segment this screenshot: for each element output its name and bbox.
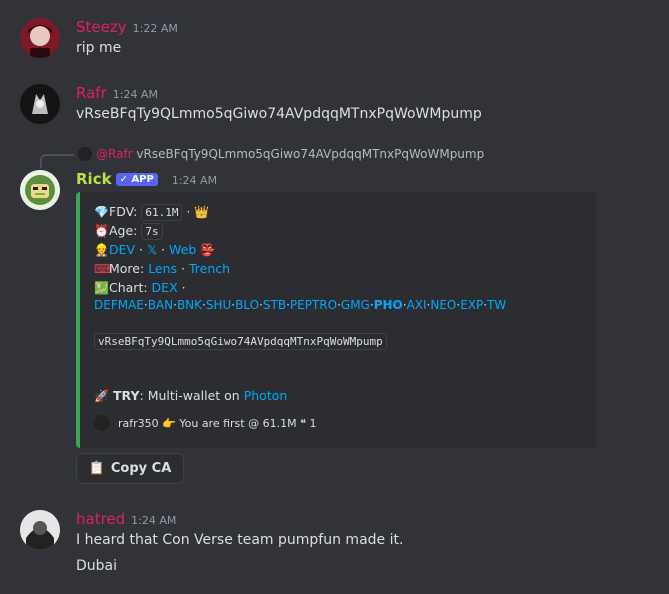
- age-value: 7s: [141, 223, 163, 240]
- chart-link[interactable]: STB: [263, 298, 286, 312]
- chart-icon: 💹: [94, 281, 109, 295]
- more-label: More:: [109, 261, 145, 276]
- timestamp: 1:24 AM: [171, 174, 218, 187]
- more-line: ⌨More: Lens · Trench: [94, 261, 231, 276]
- chart-links: DEFMAE·BAN·BNK·SHU·BLO·STB·PEPTRO·GMG·PH…: [94, 298, 506, 312]
- chart-link[interactable]: BAN: [148, 298, 173, 312]
- copy-ca-button[interactable]: 📋 Copy CA: [76, 453, 184, 484]
- reply-text: vRseBFqTy9QLmmo5qGiwo74AVpdqqMTnxPqWoWMp…: [136, 147, 485, 161]
- links-line: 👷DEV · 𝕏 · Web 👺: [94, 242, 216, 257]
- footer-text: You are first @ 61.1M: [179, 417, 297, 430]
- username[interactable]: hatred: [76, 510, 125, 528]
- timestamp: 1:24 AM: [131, 514, 177, 527]
- chart-link[interactable]: DEFMAE: [94, 298, 144, 312]
- avatar[interactable]: [20, 84, 60, 124]
- timestamp: 1:22 AM: [132, 22, 178, 35]
- person-icon: 👷: [94, 243, 109, 257]
- dex-link[interactable]: DEX: [152, 280, 178, 295]
- x-link[interactable]: 𝕏: [147, 242, 157, 257]
- chart-link[interactable]: SHU: [206, 298, 231, 312]
- contract-address[interactable]: vRseBFqTy9QLmmo5qGiwo74AVpdqqMTnxPqWoWMp…: [94, 333, 387, 350]
- chart-link[interactable]: PEPTRO: [290, 298, 337, 312]
- mask-icon: 👺: [200, 243, 216, 257]
- try-text: : Multi-wallet on: [139, 388, 240, 403]
- chart-link[interactable]: PHO: [374, 298, 403, 312]
- username[interactable]: Rick: [76, 170, 112, 188]
- avatar[interactable]: [20, 510, 60, 550]
- lens-link[interactable]: Lens: [148, 261, 177, 276]
- dev-link[interactable]: DEV: [109, 242, 135, 257]
- pointing-icon: 👉: [162, 417, 176, 430]
- crown-icon: 👑: [194, 205, 210, 219]
- token-embed: 💎FDV: 61.1M · 👑 ⏰Age: 7s 👷DEV · 𝕏 · Web …: [76, 192, 596, 448]
- username[interactable]: Steezy: [76, 18, 127, 36]
- rocket-icon: 🚀: [94, 389, 109, 403]
- username[interactable]: Rafr: [76, 84, 107, 102]
- chart-link[interactable]: NEO: [430, 298, 456, 312]
- age-line: ⏰Age: 7s: [94, 223, 163, 240]
- message-text: Dubai: [76, 558, 118, 574]
- reply-spine: [40, 154, 74, 168]
- clipboard-icon: 📋: [88, 461, 105, 476]
- message-text: I heard that Con Verse team pumpfun made…: [76, 532, 404, 548]
- avatar[interactable]: [20, 170, 60, 210]
- reply-mention[interactable]: @Rafr: [96, 147, 133, 161]
- diamond-icon: 💎: [94, 205, 109, 219]
- message-text: vRseBFqTy9QLmmo5qGiwo74AVpdqqMTnxPqWoWMp…: [76, 106, 482, 122]
- fdv-line: 💎FDV: 61.1M · 👑: [94, 204, 210, 221]
- chart-link[interactable]: AXI: [407, 298, 427, 312]
- reply-avatar-icon: [78, 147, 92, 161]
- timestamp: 1:24 AM: [112, 88, 158, 101]
- app-badge: ✓ APP: [115, 173, 158, 186]
- clock-icon: ⏰: [94, 224, 109, 238]
- reply-preview[interactable]: @Rafr vRseBFqTy9QLmmo5qGiwo74AVpdqqMTnxP…: [78, 147, 484, 161]
- try-label: TRY: [112, 388, 140, 403]
- trench-link[interactable]: Trench: [189, 261, 230, 276]
- photon-link[interactable]: Photon: [244, 388, 288, 403]
- footer-avatar-icon: [94, 415, 110, 431]
- avatar[interactable]: [20, 18, 60, 58]
- app-badge-label: APP: [131, 174, 154, 185]
- message-text: rip me: [76, 40, 122, 56]
- footer-count: 1: [309, 417, 317, 430]
- ca-line: vRseBFqTy9QLmmo5qGiwo74AVpdqqMTnxPqWoWMp…: [94, 333, 387, 350]
- chart-label: Chart:: [109, 280, 148, 295]
- keyboard-icon: ⌨: [94, 262, 112, 276]
- fdv-value: 61.1M: [141, 204, 183, 221]
- chart-line: 💹Chart: DEX ·: [94, 280, 186, 295]
- chart-link[interactable]: BLO: [235, 298, 259, 312]
- fdv-label: FDV:: [109, 204, 138, 219]
- chart-link[interactable]: TW: [487, 298, 506, 312]
- chart-link[interactable]: GMG: [341, 298, 370, 312]
- embed-footer: rafr350 👉 You are first @ 61.1M ❝ 1: [94, 415, 317, 431]
- try-line: 🚀 TRY: Multi-wallet on Photon: [94, 388, 287, 403]
- web-link[interactable]: Web: [169, 242, 196, 257]
- footer-user: rafr350: [118, 417, 159, 430]
- copy-ca-label: Copy CA: [110, 461, 172, 476]
- quote-icon: ❝: [300, 417, 306, 430]
- chart-link[interactable]: EXP: [460, 298, 483, 312]
- chart-link[interactable]: BNK: [177, 298, 202, 312]
- age-label: Age:: [109, 223, 138, 238]
